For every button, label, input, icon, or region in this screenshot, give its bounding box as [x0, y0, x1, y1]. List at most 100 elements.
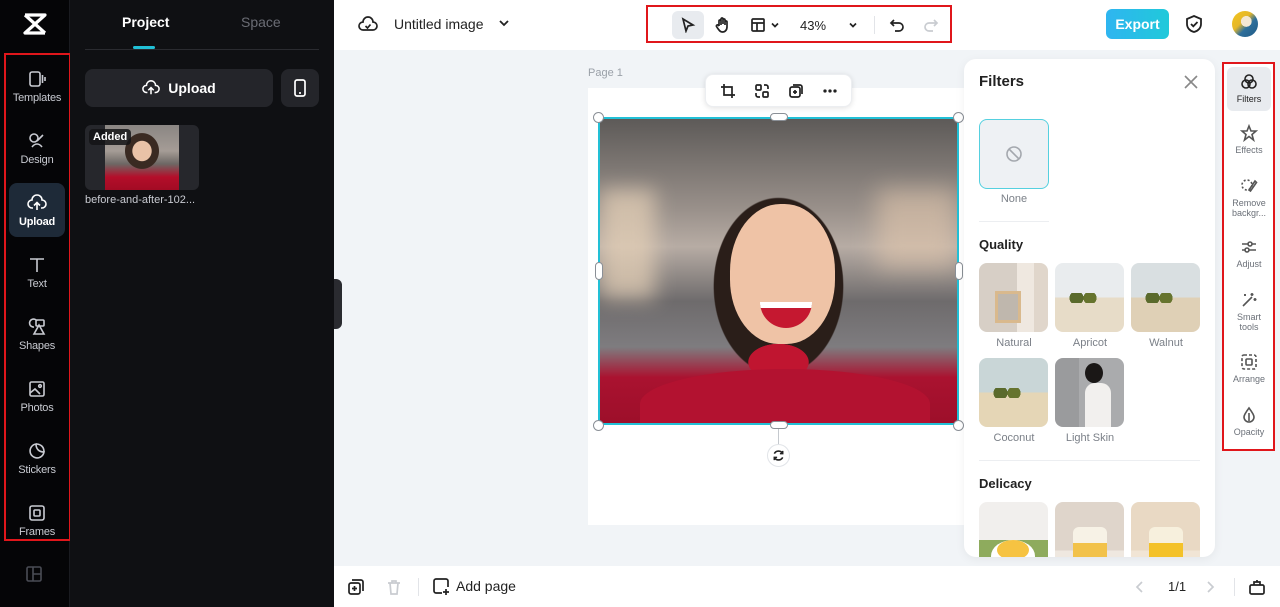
right-rail-opacity[interactable]: Opacity [1227, 400, 1271, 444]
collapse-panel-handle[interactable] [334, 279, 342, 329]
select-tool-button[interactable] [672, 11, 704, 39]
chevron-down-icon [771, 22, 779, 28]
image-context-toolbar [705, 74, 852, 107]
sidebar-item-text[interactable]: Text [9, 245, 65, 299]
right-rail-filters[interactable]: Filters [1227, 67, 1271, 111]
resize-handle-top-left[interactable] [593, 112, 604, 123]
resize-handle-top-right[interactable] [953, 112, 964, 123]
layout-dropdown-button[interactable] [746, 11, 784, 39]
sidebar-item-upload[interactable]: Upload [9, 183, 65, 237]
upload-cloud-icon [142, 80, 161, 95]
divider [418, 578, 419, 596]
crop-button[interactable] [718, 82, 738, 100]
hand-tool-button[interactable] [708, 11, 738, 39]
resize-handle-bottom-right[interactable] [953, 420, 964, 431]
sidebar-item-design[interactable]: Design [9, 121, 65, 175]
filters-panel: Filters None Quality Natural Apricot Wal… [964, 59, 1215, 557]
stickers-icon [29, 442, 45, 459]
resize-handle-bottom[interactable] [770, 421, 788, 429]
right-rail-label: Arrange [1232, 374, 1266, 384]
chevron-left-icon[interactable] [1131, 578, 1149, 596]
canvas-tools-group: 43% [646, 5, 952, 43]
filter-walnut[interactable] [1131, 263, 1200, 332]
upload-button-label: Upload [168, 80, 216, 96]
right-rail-adjust[interactable]: Adjust [1227, 232, 1271, 276]
resize-handle-left[interactable] [595, 262, 603, 280]
duplicate-button[interactable] [786, 82, 806, 100]
shield-check-icon[interactable] [1185, 14, 1203, 34]
filter-label: Natural [996, 337, 1032, 349]
user-avatar[interactable] [1232, 11, 1258, 37]
layout-panel-icon[interactable] [25, 565, 43, 583]
divider [979, 460, 1200, 461]
sidebar-item-label: Frames [18, 525, 56, 538]
right-rail: Filters Effects Remove backgr... Adjust … [1222, 62, 1275, 451]
filter-natural[interactable] [979, 263, 1048, 332]
magic-wand-icon [1242, 293, 1257, 307]
right-rail-arrange[interactable]: Arrange [1227, 347, 1271, 391]
sidebar-item-photos[interactable]: Photos [9, 369, 65, 423]
panel-tabs: Project Space [85, 0, 319, 50]
capcut-logo-icon[interactable] [22, 12, 48, 36]
filter-delicacy-2[interactable] [1055, 502, 1124, 557]
chevron-down-icon[interactable] [498, 17, 510, 29]
filter-delicacy-3[interactable] [1131, 502, 1200, 557]
right-rail-label: Effects [1235, 145, 1263, 155]
chevron-down-icon [849, 22, 857, 28]
filter-label: Apricot [1072, 337, 1108, 349]
filters-title: Filters [979, 73, 1025, 90]
resize-handle-bottom-left[interactable] [593, 420, 604, 431]
export-button[interactable]: Export [1106, 9, 1169, 39]
filter-none[interactable] [979, 119, 1049, 189]
sidebar-item-stickers[interactable]: Stickers [9, 431, 65, 485]
ban-icon [1006, 146, 1022, 162]
filter-apricot[interactable] [1055, 263, 1124, 332]
filter-coconut[interactable] [979, 358, 1048, 427]
zoom-dropdown[interactable]: 43% [794, 11, 864, 39]
add-page-button[interactable]: Add page [432, 577, 516, 595]
more-options-button[interactable] [820, 82, 840, 100]
right-rail-smart-tools[interactable]: Smart tools [1227, 285, 1271, 337]
text-icon [30, 257, 44, 272]
resize-handle-right[interactable] [955, 262, 963, 280]
right-rail-label: Remove backgr... [1231, 198, 1267, 218]
undo-button[interactable] [884, 11, 910, 39]
media-item[interactable]: Added [85, 125, 199, 190]
sidebar-item-shapes[interactable]: Shapes [9, 307, 65, 361]
tab-space[interactable]: Space [241, 14, 281, 30]
sidebar-item-frames[interactable]: Frames [9, 493, 65, 547]
filter-delicacy-1[interactable] [979, 502, 1048, 557]
right-rail-label: Opacity [1233, 427, 1265, 437]
right-rail-effects[interactable]: Effects [1227, 118, 1271, 162]
upload-from-phone-button[interactable] [281, 69, 319, 107]
filter-label: Walnut [1149, 337, 1183, 349]
duplicate-page-icon[interactable] [347, 578, 365, 596]
layout-icon [751, 18, 765, 32]
rotate-handle[interactable] [767, 444, 790, 467]
phone-icon [294, 79, 306, 97]
document-title[interactable]: Untitled image [394, 16, 484, 32]
sidebar-item-templates[interactable]: Templates [9, 59, 65, 113]
divider [979, 221, 1049, 222]
delete-page-icon[interactable] [385, 578, 403, 596]
replace-button[interactable] [752, 82, 772, 100]
cloud-sync-icon[interactable] [358, 14, 378, 34]
add-page-icon [433, 578, 449, 595]
chevron-right-icon[interactable] [1201, 578, 1219, 596]
sidebar-item-label: Text [27, 277, 47, 290]
page-manager-icon[interactable] [1248, 578, 1266, 596]
right-rail-remove-background[interactable]: Remove backgr... [1227, 171, 1271, 223]
filters-icon [1241, 74, 1257, 89]
arrange-icon [1241, 354, 1257, 370]
filter-light-skin[interactable] [1055, 358, 1124, 427]
close-icon[interactable] [1184, 75, 1198, 89]
selected-image[interactable] [598, 117, 959, 425]
filter-label: None [1000, 193, 1028, 205]
divider [1234, 578, 1235, 596]
redo-button[interactable] [918, 11, 944, 39]
upload-button[interactable]: Upload [85, 69, 273, 107]
right-rail-label: Smart tools [1236, 312, 1261, 332]
filter-label: Coconut [993, 432, 1035, 444]
resize-handle-top[interactable] [770, 113, 788, 121]
tab-project[interactable]: Project [122, 14, 169, 30]
